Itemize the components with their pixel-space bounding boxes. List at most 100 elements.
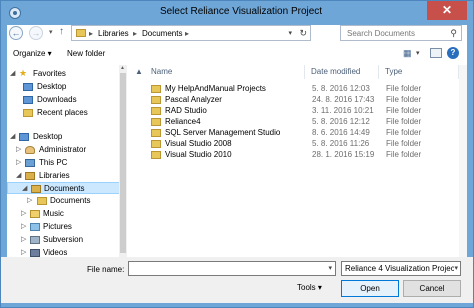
- forward-button[interactable]: →: [29, 26, 43, 40]
- desktop-icon: [23, 83, 33, 91]
- recent-places-icon: [23, 109, 33, 117]
- collapse-arrow-icon[interactable]: ◢: [22, 184, 27, 192]
- folder-icon: [151, 96, 161, 104]
- dialog-window: Select Reliance Visualization Project ✕ …: [0, 0, 474, 308]
- tree-item-administrator[interactable]: ▷ Administrator: [7, 144, 125, 156]
- recent-locations-dropdown-icon[interactable]: ▾: [49, 28, 53, 36]
- navigation-pane[interactable]: ◢ ★ Favorites Desktop Downloads Recent p…: [7, 65, 127, 283]
- expand-arrow-icon[interactable]: ▷: [21, 209, 26, 217]
- file-list-scrollbar[interactable]: [459, 65, 467, 283]
- expand-arrow-icon[interactable]: ▷: [16, 145, 21, 153]
- tree-item-label: Music: [43, 209, 64, 218]
- expand-arrow-icon[interactable]: ▷: [21, 248, 26, 256]
- search-placeholder: Search Documents: [347, 29, 416, 38]
- tree-item-libraries[interactable]: ◢ Libraries: [7, 170, 125, 182]
- change-view-icon[interactable]: ▦: [403, 48, 412, 59]
- list-item[interactable]: Visual Studio 2010 28. 1. 2016 15:19 Fil…: [129, 150, 449, 160]
- breadcrumb-documents[interactable]: Documents: [142, 29, 182, 38]
- list-item[interactable]: RAD Studio 3. 11. 2016 10:21 File folder: [129, 106, 449, 116]
- file-date: 28. 1. 2016 15:19: [312, 150, 375, 159]
- title-bar[interactable]: Select Reliance Visualization Project ✕: [1, 1, 473, 25]
- scrollbar-thumb[interactable]: [120, 73, 126, 253]
- tree-item-this-pc[interactable]: ▷ This PC: [7, 157, 125, 169]
- scroll-up-arrow-icon[interactable]: ▲: [120, 65, 125, 71]
- close-button[interactable]: ✕: [427, 1, 467, 20]
- address-dropdown-icon[interactable]: ▾: [288, 29, 292, 37]
- tree-item-label: Administrator: [39, 145, 87, 154]
- tree-item-documents-folder[interactable]: ▷ Documents: [7, 195, 125, 207]
- up-arrow-icon[interactable]: ↑: [59, 26, 64, 37]
- window-title: Select Reliance Visualization Project: [159, 6, 323, 17]
- refresh-icon[interactable]: ↻: [299, 28, 307, 39]
- breadcrumb-separator: ▸: [89, 29, 94, 38]
- file-type: File folder: [386, 117, 422, 126]
- tree-item-documents-library[interactable]: ◢ Documents: [7, 182, 125, 194]
- folder-icon: [151, 85, 161, 93]
- file-name-input[interactable]: ▾: [128, 261, 336, 276]
- tools-menu[interactable]: Tools ▾: [297, 283, 322, 292]
- user-icon: [25, 146, 35, 154]
- organize-menu[interactable]: Organize ▾: [13, 49, 52, 58]
- column-header-type[interactable]: Type: [379, 65, 459, 79]
- address-bar[interactable]: ▸ Libraries ▸ Documents ▸ ▾ ↻: [71, 25, 311, 41]
- navigation-scrollbar[interactable]: ▲ ▼: [119, 65, 127, 283]
- tree-item-recent-places[interactable]: Recent places: [7, 107, 125, 119]
- tree-item-label: Desktop: [37, 82, 67, 91]
- tree-item-label: Desktop: [33, 132, 63, 141]
- expand-arrow-icon[interactable]: ▷: [27, 196, 32, 204]
- collapse-arrow-icon[interactable]: ◢: [10, 69, 15, 77]
- column-header-name[interactable]: Name ▲: [129, 65, 305, 79]
- cancel-button[interactable]: Cancel: [403, 280, 461, 297]
- breadcrumb-separator: ▸: [133, 29, 138, 38]
- tree-item-favorites[interactable]: ◢ ★ Favorites: [7, 68, 125, 80]
- folder-icon: [37, 197, 47, 205]
- libraries-folder-icon: [76, 29, 86, 37]
- collapse-arrow-icon[interactable]: ◢: [16, 171, 21, 179]
- tree-item-label: Pictures: [43, 222, 72, 231]
- list-item[interactable]: Visual Studio 2008 5. 8. 2016 11:26 File…: [129, 139, 449, 149]
- collapse-arrow-icon[interactable]: ◢: [10, 132, 15, 140]
- star-icon: ★: [19, 68, 28, 78]
- back-button[interactable]: ←: [9, 26, 23, 40]
- tree-item-desktop-fav[interactable]: Desktop: [7, 81, 125, 93]
- preview-pane-icon[interactable]: [430, 48, 442, 58]
- help-icon[interactable]: ?: [447, 47, 459, 59]
- tree-item-label: Documents: [44, 184, 85, 193]
- tree-item-label: Favorites: [33, 69, 66, 78]
- tree-item-desktop[interactable]: ◢ Desktop: [7, 131, 125, 143]
- file-name-label: File name:: [87, 265, 125, 274]
- tree-item-pictures[interactable]: ▷ Pictures: [7, 221, 125, 233]
- folder-icon: [151, 151, 161, 159]
- app-icon: [9, 7, 21, 19]
- file-type-filter[interactable]: Reliance 4 Visualization Project ▾: [341, 261, 461, 276]
- file-name: My HelpAndManual Projects: [165, 84, 266, 93]
- tree-item-label: Documents: [50, 196, 91, 205]
- file-type: File folder: [386, 84, 422, 93]
- tree-item-music[interactable]: ▷ Music: [7, 208, 125, 220]
- filter-dropdown-icon[interactable]: ▾: [454, 264, 458, 272]
- breadcrumb-libraries[interactable]: Libraries: [98, 29, 129, 38]
- open-button[interactable]: Open: [341, 280, 399, 297]
- list-item[interactable]: My HelpAndManual Projects 5. 8. 2016 12:…: [129, 84, 449, 94]
- tree-item-downloads[interactable]: Downloads: [7, 94, 125, 106]
- tree-item-label: This PC: [39, 158, 68, 167]
- videos-icon: [30, 249, 40, 257]
- expand-arrow-icon[interactable]: ▷: [16, 158, 21, 166]
- new-folder-button[interactable]: New folder: [67, 49, 105, 58]
- downloads-icon: [23, 96, 33, 104]
- search-icon: ⚲: [450, 28, 457, 38]
- file-type-filter-value: Reliance 4 Visualization Project: [345, 264, 457, 273]
- search-input[interactable]: Search Documents ⚲: [340, 25, 462, 41]
- file-list[interactable]: Name ▲ Date modified Type My HelpAndManu…: [129, 65, 467, 283]
- file-date: 8. 6. 2016 14:49: [312, 128, 370, 137]
- column-header-date[interactable]: Date modified: [305, 65, 379, 79]
- file-type: File folder: [386, 150, 422, 159]
- expand-arrow-icon[interactable]: ▷: [21, 235, 26, 243]
- expand-arrow-icon[interactable]: ▷: [21, 222, 26, 230]
- list-item[interactable]: Pascal Analyzer 24. 8. 2016 17:43 File f…: [129, 95, 449, 105]
- tree-item-subversion[interactable]: ▷ Subversion: [7, 234, 125, 246]
- list-item[interactable]: SQL Server Management Studio 8. 6. 2016 …: [129, 128, 449, 138]
- view-options-dropdown-icon[interactable]: ▾: [416, 49, 420, 57]
- file-name-dropdown-icon[interactable]: ▾: [328, 264, 332, 272]
- list-item[interactable]: Reliance4 5. 8. 2016 12:12 File folder: [129, 117, 449, 127]
